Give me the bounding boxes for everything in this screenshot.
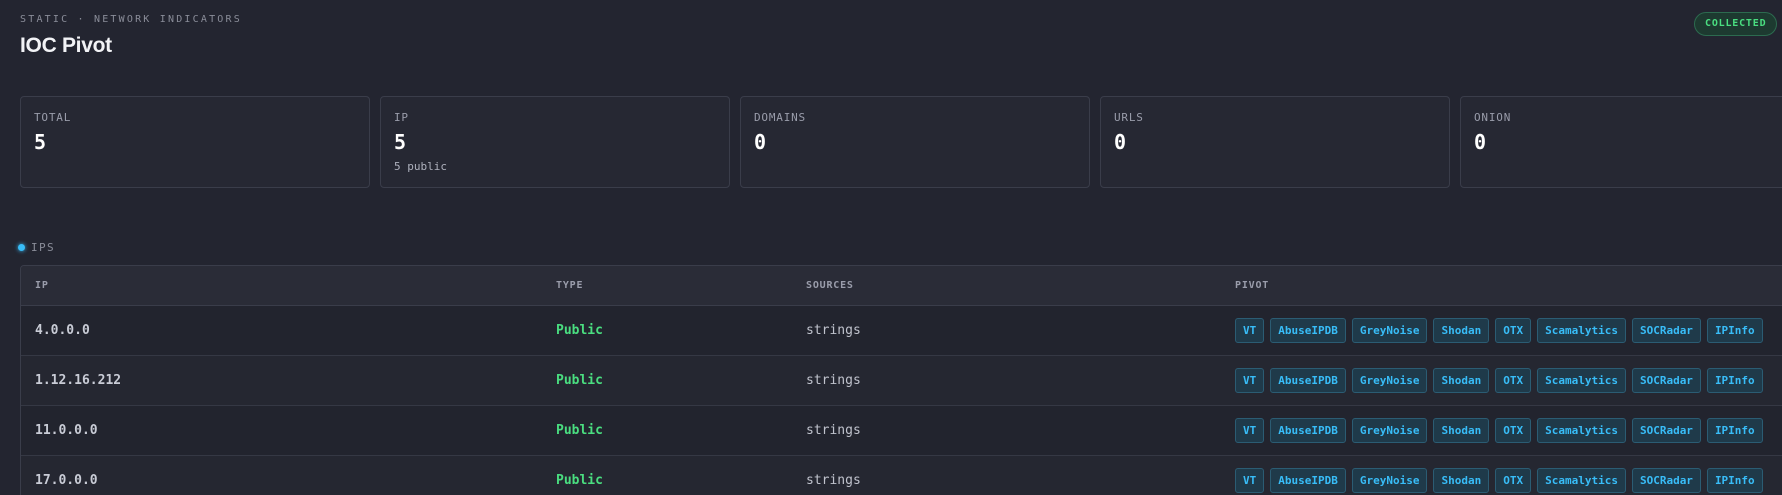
pivot-button-socradar[interactable]: SOCRadar [1631,368,1701,393]
stat-value: 5 [394,130,407,154]
table-row: 1.12.16.212 Public strings VT AbuseIPDB GreyN… [21,356,1782,406]
section-label: IPS [31,241,56,254]
stat-value: 0 [1114,130,1127,154]
table-row: 11.0.0.0 Public strings VT AbuseIPDB GreyNois… [21,406,1782,456]
stat-card-onion: ONION 0 [1460,96,1782,188]
type-cell: Public [556,373,603,388]
pivot-cell: VT AbuseIPDB GreyNoise Shodan OTX Scamalytics… [1235,368,1782,393]
stat-value: 0 [1474,130,1487,154]
stat-card-urls: URLS 0 [1100,96,1450,188]
column-header-type: TYPE [556,280,584,291]
stat-value: 0 [754,130,767,154]
table-body: 4.0.0.0 Public strings VT AbuseIPDB GreyNoise… [21,306,1782,495]
pivot-button-scamalytics[interactable]: Scamalytics [1537,468,1626,493]
pivot-button-vt[interactable]: VT [1235,368,1265,393]
stat-card-domains: DOMAINS 0 [740,96,1090,188]
stat-label: URLS [1114,111,1144,124]
pivot-button-greynoise[interactable]: GreyNoise [1351,368,1428,393]
pivot-button-abuseipdb[interactable]: AbuseIPDB [1270,468,1346,493]
pivot-button-abuseipdb[interactable]: AbuseIPDB [1270,368,1346,393]
stat-label: DOMAINS [754,111,806,124]
status-dot-icon [18,244,25,251]
pivot-button-otx[interactable]: OTX [1495,468,1532,493]
stat-label: IP [394,111,409,124]
sources-cell: strings [806,323,861,338]
pivot-cell: VT AbuseIPDB GreyNoise Shodan OTX Scamalytics… [1235,318,1782,343]
pivot-button-vt[interactable]: VT [1235,468,1265,493]
ip-cell: 4.0.0.0 [35,323,90,338]
section-header-ips: IPS [18,241,55,254]
pivot-button-scamalytics[interactable]: Scamalytics [1537,368,1626,393]
stat-card-total: TOTAL 5 [20,96,370,188]
type-cell: Public [556,423,603,438]
column-header-ip: IP [35,280,49,291]
pivot-button-abuseipdb[interactable]: AbuseIPDB [1270,418,1346,443]
pivot-button-otx[interactable]: OTX [1495,418,1532,443]
pivot-button-ipinfo[interactable]: IPInfo [1706,418,1763,443]
pivot-button-abuseipdb[interactable]: AbuseIPDB [1270,318,1346,343]
table-row: 17.0.0.0 Public strings VT AbuseIPDB GreyNois… [21,456,1782,495]
pivot-button-shodan[interactable]: Shodan [1433,368,1490,393]
stat-label: ONION [1474,111,1512,124]
pivot-button-scamalytics[interactable]: Scamalytics [1537,318,1626,343]
ip-cell: 1.12.16.212 [35,373,122,388]
pivot-button-shodan[interactable]: Shodan [1433,318,1490,343]
type-cell: Public [556,323,603,338]
stats-row: TOTAL 5 IP 5 5 public DOMAINS 0 URLS 0 O… [20,96,1782,188]
pivot-button-socradar[interactable]: SOCRadar [1631,468,1701,493]
pivot-button-otx[interactable]: OTX [1495,318,1532,343]
pivot-cell: VT AbuseIPDB GreyNoise Shodan OTX Scamalytics… [1235,468,1782,493]
pivot-button-otx[interactable]: OTX [1495,368,1532,393]
column-header-sources: SOURCES [806,280,854,291]
status-badge: COLLECTED [1694,12,1778,36]
type-cell: Public [556,473,603,488]
table-row: 4.0.0.0 Public strings VT AbuseIPDB GreyNoise… [21,306,1782,356]
sources-cell: strings [806,473,861,488]
table-header: IP TYPE SOURCES PIVOT [21,266,1782,306]
column-header-pivot: PIVOT [1235,280,1270,291]
stat-card-ip: IP 5 5 public [380,96,730,188]
stat-subtext: 5 public [394,160,447,173]
pivot-button-ipinfo[interactable]: IPInfo [1706,468,1763,493]
stat-value: 5 [34,130,47,154]
stat-label: TOTAL [34,111,72,124]
pivot-button-greynoise[interactable]: GreyNoise [1351,468,1428,493]
pivot-button-vt[interactable]: VT [1235,418,1265,443]
ip-cell: 11.0.0.0 [35,423,98,438]
pivot-button-shodan[interactable]: Shodan [1433,418,1490,443]
page-eyebrow: STATIC · NETWORK INDICATORS [20,14,242,25]
pivot-button-ipinfo[interactable]: IPInfo [1706,318,1763,343]
pivot-button-shodan[interactable]: Shodan [1433,468,1490,493]
ioc-pivot-page: STATIC · NETWORK INDICATORS IOC Pivot CO… [0,0,1782,495]
sources-cell: strings [806,423,861,438]
pivot-cell: VT AbuseIPDB GreyNoise Shodan OTX Scamalytics… [1235,418,1782,443]
ip-cell: 17.0.0.0 [35,473,98,488]
ips-table: IP TYPE SOURCES PIVOT 4.0.0.0 Public strin… [20,265,1782,495]
pivot-button-greynoise[interactable]: GreyNoise [1351,418,1428,443]
pivot-button-greynoise[interactable]: GreyNoise [1351,318,1428,343]
pivot-button-ipinfo[interactable]: IPInfo [1706,368,1763,393]
pivot-button-socradar[interactable]: SOCRadar [1631,418,1701,443]
page-title: IOC Pivot [20,34,112,57]
pivot-button-vt[interactable]: VT [1235,318,1265,343]
pivot-button-socradar[interactable]: SOCRadar [1631,318,1701,343]
sources-cell: strings [806,373,861,388]
pivot-button-scamalytics[interactable]: Scamalytics [1537,418,1626,443]
